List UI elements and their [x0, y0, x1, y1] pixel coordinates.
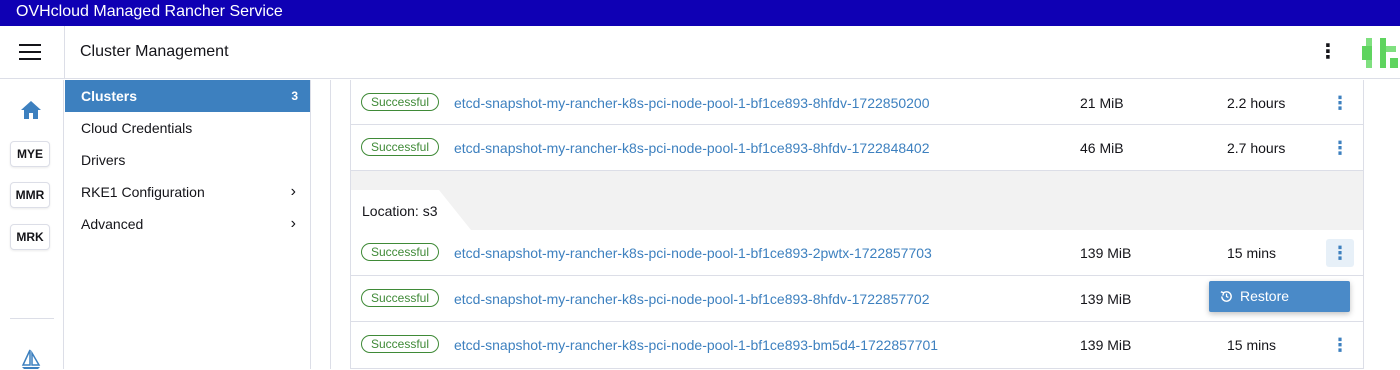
table-row: Successful etcd-snapshot-my-rancher-k8s-…: [350, 125, 1364, 171]
sidebar-item-drivers[interactable]: Drivers: [65, 144, 310, 176]
sail-icon[interactable]: [20, 348, 42, 370]
sidebar-item-label: Cloud Credentials: [81, 120, 193, 136]
snapshot-age: 2.7 hours: [1227, 140, 1286, 156]
row-actions-icon[interactable]: ⋮: [1326, 134, 1354, 162]
content-divider: [330, 80, 331, 369]
snapshot-size: 139 MiB: [1080, 245, 1132, 261]
snapshot-age: 15 mins: [1227, 337, 1277, 353]
chevron-right-icon: ›: [290, 215, 296, 232]
user-avatar[interactable]: [1360, 34, 1400, 72]
app-title: OVHcloud Managed Rancher Service: [16, 3, 283, 20]
status-badge: Successful: [361, 138, 440, 156]
sidebar-item-advanced[interactable]: Advanced ›: [65, 208, 310, 240]
snapshot-size: 46 MiB: [1080, 140, 1124, 156]
sidebar-item-label: Advanced: [81, 216, 144, 232]
restore-label: Restore: [1240, 288, 1290, 304]
snapshot-size: 21 MiB: [1080, 95, 1124, 111]
table-row: Successful etcd-snapshot-my-rancher-k8s-…: [350, 230, 1364, 276]
snapshot-size: 139 MiB: [1080, 291, 1132, 307]
status-badge: Successful: [361, 243, 440, 261]
table-row: Successful etcd-snapshot-my-rancher-k8s-…: [350, 80, 1364, 125]
snapshots-table: Successful etcd-snapshot-my-rancher-k8s-…: [350, 80, 1364, 369]
page-header: Cluster Management ⋮: [0, 26, 1400, 79]
sidebar-item-cloud-credentials[interactable]: Cloud Credentials: [65, 112, 310, 144]
sidebar-item-label: Clusters: [81, 88, 138, 104]
snapshot-name-link[interactable]: etcd-snapshot-my-rancher-k8s-pci-node-po…: [454, 290, 930, 308]
sidebar-item-clusters[interactable]: Clusters 3: [65, 80, 310, 112]
table-row: Successful etcd-snapshot-my-rancher-k8s-…: [350, 322, 1364, 369]
clusters-count-badge: 3: [291, 89, 298, 103]
app-title-bar: OVHcloud Managed Rancher Service: [0, 0, 1400, 26]
status-badge: Successful: [361, 335, 440, 353]
hamburger-menu-icon[interactable]: [19, 44, 41, 60]
cluster-chip-mmr[interactable]: MMR: [10, 182, 50, 208]
sidebar-item-label: Drivers: [81, 152, 126, 168]
cluster-chip-mye[interactable]: MYE: [10, 141, 50, 167]
restore-icon: [1220, 291, 1232, 302]
restore-menu-item[interactable]: Restore: [1209, 281, 1350, 312]
sidebar-item-rke1-configuration[interactable]: RKE1 Configuration ›: [65, 176, 310, 208]
row-actions-icon[interactable]: ⋮: [1326, 331, 1354, 359]
chevron-right-icon: ›: [290, 183, 296, 200]
group-location-label: Location: s3: [362, 203, 438, 219]
snapshot-name-link[interactable]: etcd-snapshot-my-rancher-k8s-pci-node-po…: [454, 139, 930, 157]
snapshot-age: 15 mins: [1227, 245, 1277, 261]
rail-divider: [10, 318, 54, 319]
header-divider: [64, 26, 65, 79]
cluster-chip-mrk[interactable]: MRK: [10, 224, 50, 250]
page-title: Cluster Management: [80, 43, 229, 60]
snapshot-name-link[interactable]: etcd-snapshot-my-rancher-k8s-pci-node-po…: [454, 336, 938, 354]
status-badge: Successful: [361, 289, 440, 307]
header-more-options-icon[interactable]: ⋮: [1318, 40, 1338, 64]
status-badge: Successful: [361, 93, 440, 111]
snapshot-age: 2.2 hours: [1227, 95, 1286, 111]
row-actions-icon[interactable]: ⋮: [1326, 89, 1354, 117]
snapshot-name-link[interactable]: etcd-snapshot-my-rancher-k8s-pci-node-po…: [454, 94, 930, 112]
sidebar-nav: Clusters 3 Cloud Credentials Drivers RKE…: [65, 80, 311, 369]
cluster-rail: MYE MMR MRK: [0, 80, 64, 369]
row-actions-icon[interactable]: ⋮: [1326, 239, 1354, 267]
snapshot-name-link[interactable]: etcd-snapshot-my-rancher-k8s-pci-node-po…: [454, 244, 932, 262]
sidebar-item-label: RKE1 Configuration: [81, 184, 205, 200]
group-header-row: Location: s3: [350, 171, 1364, 230]
home-icon[interactable]: [20, 100, 42, 120]
snapshot-size: 139 MiB: [1080, 337, 1132, 353]
